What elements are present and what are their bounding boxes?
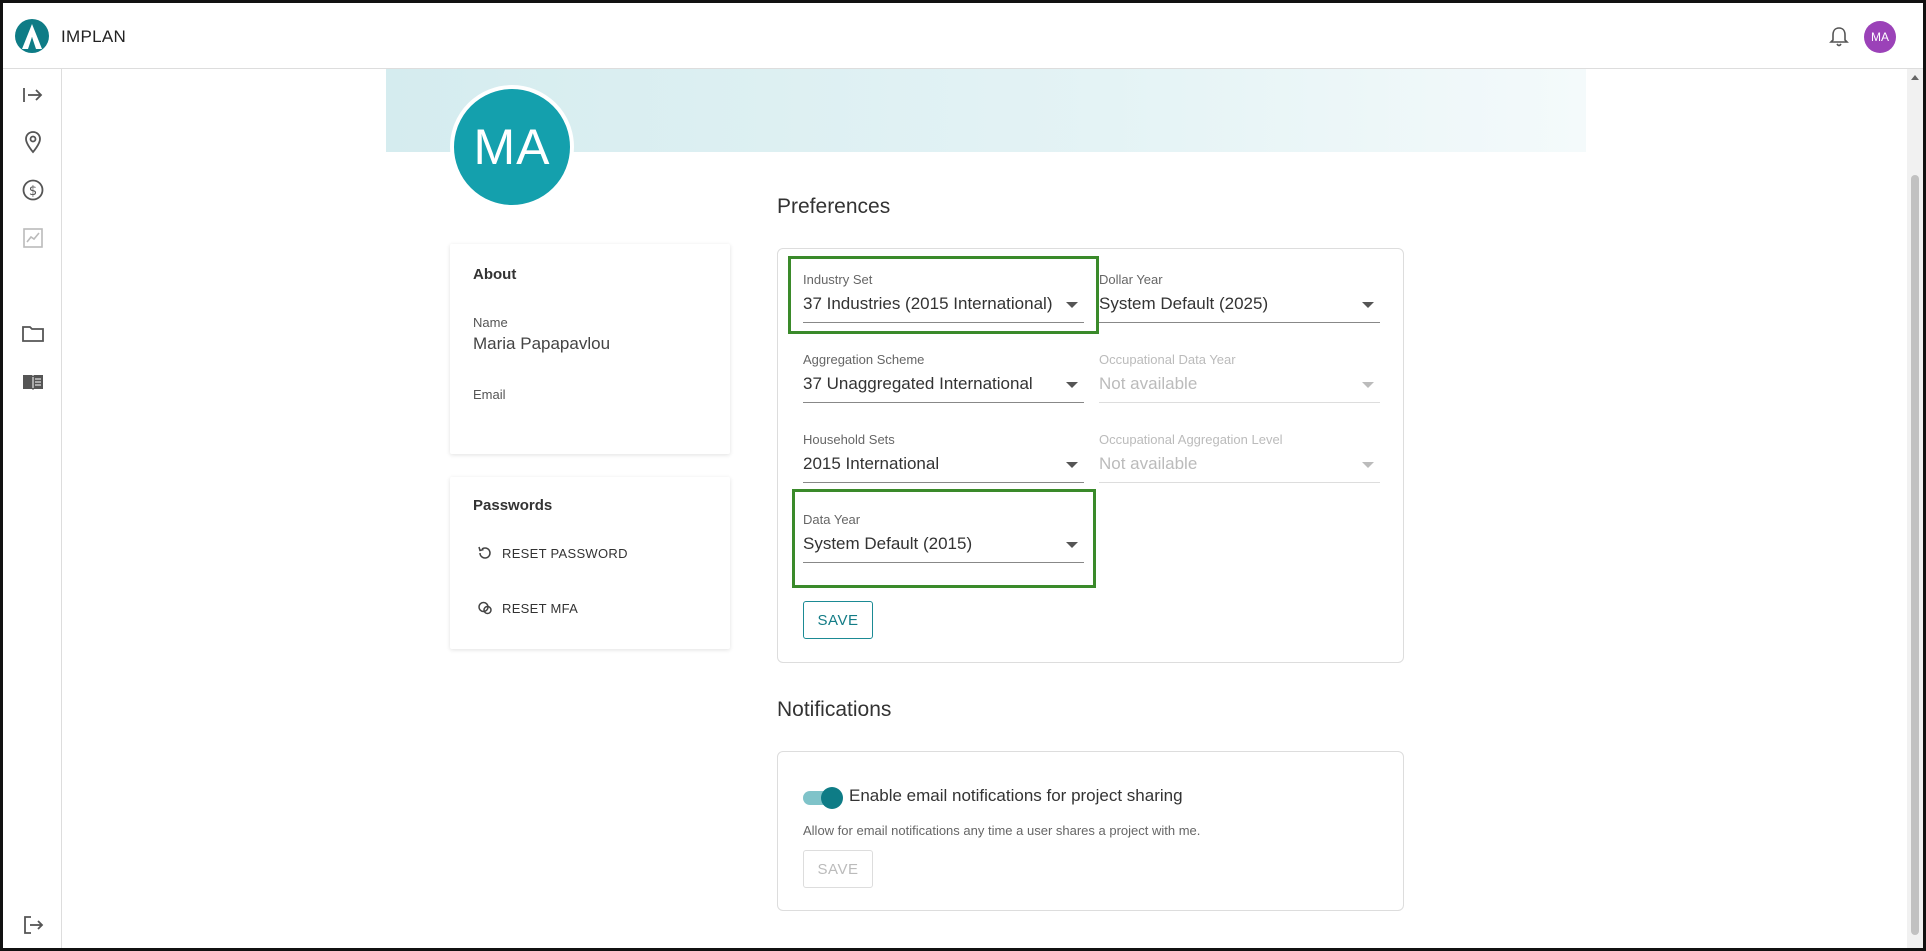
occupational-data-year-value: Not available (1099, 374, 1198, 393)
implan-logo-icon[interactable] (15, 19, 49, 53)
folder-icon[interactable] (21, 322, 45, 346)
dropdown-arrow-icon (1362, 462, 1374, 468)
email-notifications-toggle[interactable] (803, 786, 843, 809)
occupational-aggregation-level-label: Occupational Aggregation Level (1099, 432, 1283, 447)
dollar-circle-icon[interactable]: $ (21, 178, 45, 202)
reset-password-label: RESET PASSWORD (502, 545, 628, 561)
email-label: Email (473, 387, 506, 402)
notifications-save-button: SAVE (803, 850, 873, 888)
household-sets-select[interactable]: Household Sets 2015 International (803, 432, 1084, 490)
occupational-data-year-label: Occupational Data Year (1099, 352, 1236, 367)
email-notifications-label: Enable email notifications for project s… (849, 786, 1183, 805)
passwords-card: Passwords RESET PASSWORD RESET MFA (450, 477, 730, 649)
top-bar: IMPLAN MA (3, 3, 1923, 69)
sidebar: $ (3, 69, 62, 948)
scroll-thumb[interactable] (1911, 175, 1919, 935)
household-sets-value: 2015 International (803, 454, 940, 473)
logout-icon[interactable] (21, 913, 45, 937)
profile-avatar: MA (450, 85, 574, 209)
email-notifications-description: Allow for email notifications any time a… (803, 823, 1201, 838)
dropdown-arrow-icon (1362, 302, 1374, 308)
svg-text:$: $ (29, 184, 37, 199)
book-icon[interactable] (21, 370, 45, 394)
expand-sidebar-icon[interactable] (21, 83, 45, 107)
dropdown-arrow-icon (1066, 462, 1078, 468)
bell-icon[interactable] (1829, 26, 1849, 48)
dollar-year-select[interactable]: Dollar Year System Default (2025) (1099, 272, 1380, 330)
page-scrollbar[interactable] (1907, 69, 1923, 948)
chart-icon (21, 226, 45, 250)
passwords-title: Passwords (473, 497, 553, 514)
household-sets-label: Household Sets (803, 432, 895, 447)
preferences-save-button[interactable]: SAVE (803, 601, 873, 639)
name-label: Name (473, 315, 508, 330)
industry-set-highlight (788, 256, 1099, 334)
occupational-aggregation-level-value: Not available (1099, 454, 1198, 473)
aggregation-scheme-label: Aggregation Scheme (803, 352, 925, 367)
name-value: Maria Papapavlou (473, 334, 611, 353)
about-card: About Name Maria Papapavlou Email (450, 244, 730, 454)
reset-icon (478, 546, 491, 559)
occupational-data-year-select: Occupational Data Year Not available (1099, 352, 1380, 410)
scroll-up-arrow-icon[interactable] (1911, 75, 1919, 80)
notifications-panel: Enable email notifications for project s… (777, 751, 1404, 911)
about-title: About (473, 266, 517, 283)
reset-mfa-button[interactable]: RESET MFA (477, 600, 578, 616)
dollar-year-label: Dollar Year (1099, 272, 1163, 287)
location-pin-icon[interactable] (21, 130, 45, 154)
notifications-title: Notifications (777, 698, 892, 721)
dropdown-arrow-icon (1066, 382, 1078, 388)
dollar-year-value: System Default (2025) (1099, 294, 1269, 313)
reset-mfa-label: RESET MFA (502, 600, 579, 616)
reset-password-button[interactable]: RESET PASSWORD (477, 545, 628, 561)
mfa-icon (478, 601, 492, 615)
aggregation-scheme-value: 37 Unaggregated International (803, 374, 1033, 393)
user-avatar-button[interactable]: MA (1864, 21, 1896, 53)
occupational-aggregation-level-select: Occupational Aggregation Level Not avail… (1099, 432, 1380, 490)
dropdown-arrow-icon (1362, 382, 1374, 388)
data-year-highlight (792, 489, 1096, 588)
preferences-title: Preferences (777, 195, 891, 218)
aggregation-scheme-select[interactable]: Aggregation Scheme 37 Unaggregated Inter… (803, 352, 1084, 410)
brand-name: IMPLAN (61, 27, 127, 46)
app-window: IMPLAN MA $ MA About Name Maria Papapavl… (0, 0, 1926, 951)
